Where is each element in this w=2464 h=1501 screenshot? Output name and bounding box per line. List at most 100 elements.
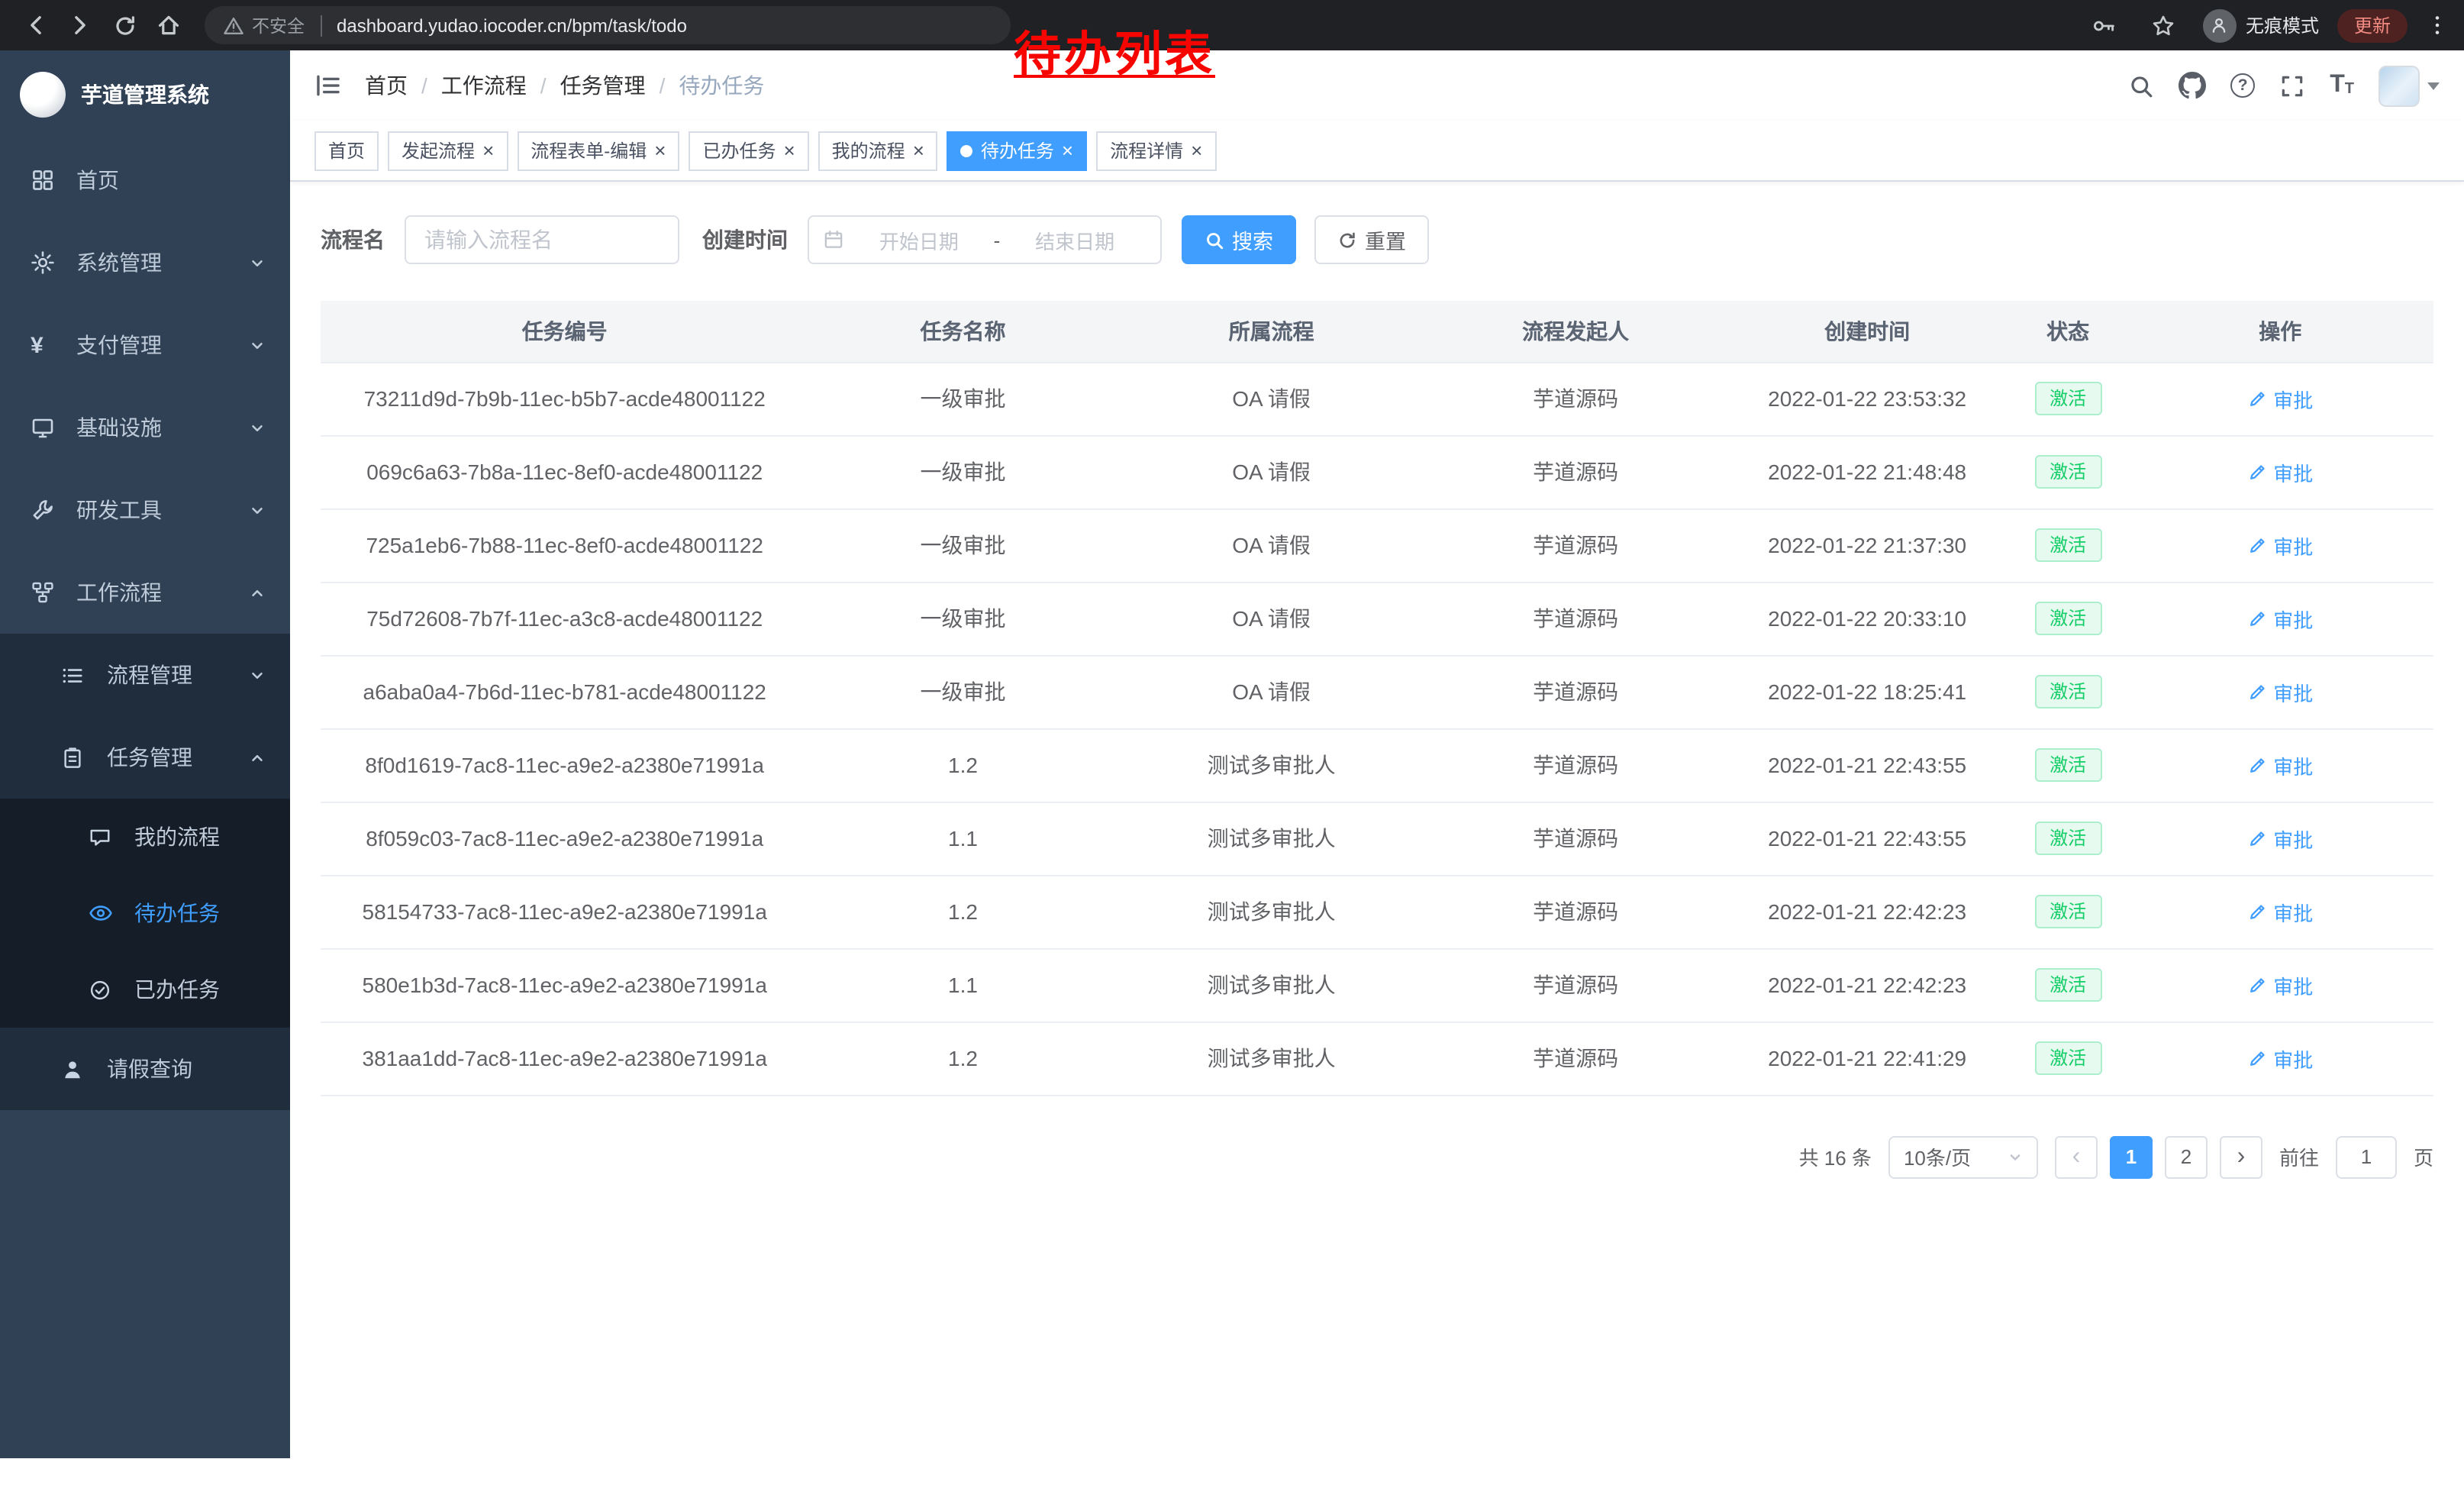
table-header: 任务编号 任务名称 所属流程 流程发起人 创建时间 状态 操作 [321, 301, 2433, 362]
calendar-icon [823, 229, 844, 250]
security-label: 不安全 [252, 13, 305, 37]
browser-home-button[interactable] [148, 5, 189, 46]
app-logo[interactable]: 芋道管理系统 [0, 50, 290, 139]
browser-menu-button[interactable] [2426, 14, 2449, 37]
breadcrumb-item[interactable]: 任务管理 [560, 70, 646, 101]
browser-forward-button[interactable] [60, 5, 101, 46]
sidebar-item-label: 系统管理 [76, 247, 162, 278]
address-bar[interactable]: 不安全 dashboard.yudao.iocoder.cn/bpm/task/… [205, 6, 1011, 44]
approve-link[interactable]: 审批 [2247, 1044, 2313, 1073]
tab-label: 已办任务 [702, 137, 776, 163]
cell-process: OA 请假 [1118, 362, 1426, 435]
process-name-input[interactable] [405, 215, 679, 264]
page-button-2[interactable]: 2 [2165, 1135, 2208, 1178]
approve-link[interactable]: 审批 [2247, 824, 2313, 853]
header-search-button[interactable] [2128, 73, 2154, 98]
docs-help-button[interactable]: ? [2230, 73, 2255, 98]
todo-task-table: 任务编号 任务名称 所属流程 流程发起人 创建时间 状态 操作 [321, 301, 2433, 1096]
next-page-button[interactable]: › [2220, 1135, 2262, 1178]
sidebar-item-infrastructure[interactable]: 基础设施 [0, 386, 290, 469]
cell-task-id: 8f0d1619-7ac8-11ec-a9e2-a2380e71991a [321, 728, 808, 802]
edit-pen-icon [2247, 535, 2267, 555]
saved-passwords-button[interactable] [2084, 5, 2125, 46]
approve-link-label: 审批 [2273, 457, 2313, 486]
sidebar-item-process-management[interactable]: 流程管理 [0, 634, 290, 716]
close-icon[interactable]: × [1062, 140, 1073, 160]
chevron-up-icon [249, 584, 266, 601]
close-icon[interactable]: × [1191, 140, 1202, 160]
close-icon[interactable]: × [783, 140, 795, 160]
search-button[interactable]: 搜索 [1182, 215, 1296, 264]
user-avatar-menu[interactable] [2379, 65, 2440, 106]
status-badge: 激活 [2034, 455, 2101, 489]
tab-todo-task[interactable]: 待办任务 × [947, 131, 1087, 170]
end-date-placeholder[interactable]: 结束日期 [1003, 225, 1147, 254]
approve-link[interactable]: 审批 [2247, 384, 2313, 413]
github-link-button[interactable] [2179, 72, 2206, 99]
chevron-down-icon [249, 337, 266, 353]
breadcrumb-item[interactable]: 首页 [365, 70, 408, 101]
chevron-up-icon [249, 749, 266, 766]
goto-page-input[interactable] [2336, 1135, 2397, 1178]
approve-link[interactable]: 审批 [2247, 750, 2313, 780]
close-icon[interactable]: × [654, 140, 666, 160]
reset-button[interactable]: 重置 [1314, 215, 1429, 264]
edit-pen-icon [2247, 682, 2267, 702]
breadcrumb-item[interactable]: 工作流程 [441, 70, 527, 101]
edit-pen-icon [2247, 462, 2267, 482]
approve-link[interactable]: 审批 [2247, 457, 2313, 486]
cell-starter: 芋道源码 [1426, 875, 1726, 948]
security-indicator[interactable]: 不安全 [223, 13, 305, 37]
approve-link[interactable]: 审批 [2247, 970, 2313, 999]
start-date-placeholder[interactable]: 开始日期 [847, 225, 991, 254]
sidebar-collapse-button[interactable] [314, 72, 342, 99]
browser-reload-button[interactable] [104, 5, 145, 46]
process-name-label: 流程名 [321, 224, 385, 255]
tab-process-form-edit[interactable]: 流程表单-编辑 × [517, 131, 679, 170]
edit-pen-icon [2247, 902, 2267, 922]
approve-link[interactable]: 审批 [2247, 677, 2313, 706]
tab-process-detail[interactable]: 流程详情 × [1096, 131, 1216, 170]
cell-process: 测试多审批人 [1118, 1022, 1426, 1095]
create-time-range-picker[interactable]: 开始日期 - 结束日期 [808, 215, 1162, 264]
tab-home[interactable]: 首页 [314, 131, 379, 170]
page-size-select[interactable]: 10条/页 [1888, 1135, 2038, 1178]
font-size-button[interactable]: TT [2330, 73, 2354, 98]
sidebar-item-payment[interactable]: ¥ 支付管理 [0, 304, 290, 386]
gear-icon [31, 250, 56, 275]
sidebar-item-system[interactable]: 系统管理 [0, 221, 290, 304]
sidebar-item-todo-task[interactable]: 待办任务 [0, 875, 290, 951]
cell-task-name: 1.2 [808, 875, 1117, 948]
page-unit-label: 页 [2414, 1142, 2433, 1171]
approve-link[interactable]: 审批 [2247, 897, 2313, 926]
sidebar-item-workflow[interactable]: 工作流程 [0, 551, 290, 634]
sidebar-item-done-task[interactable]: 已办任务 [0, 951, 290, 1028]
tab-done-task[interactable]: 已办任务 × [689, 131, 808, 170]
cell-starter: 芋道源码 [1426, 948, 1726, 1022]
browser-update-button[interactable]: 更新 [2337, 8, 2408, 42]
bookmark-button[interactable] [2143, 5, 2185, 46]
sidebar-item-leave-query[interactable]: 请假查询 [0, 1028, 290, 1110]
fullscreen-button[interactable] [2279, 73, 2305, 98]
browser-back-button[interactable] [15, 5, 56, 46]
sidebar-item-my-process[interactable]: 我的流程 [0, 799, 290, 875]
close-icon[interactable]: × [913, 140, 924, 160]
prev-page-button[interactable]: ‹ [2055, 1135, 2098, 1178]
approve-link[interactable]: 审批 [2247, 604, 2313, 633]
approve-link-label: 审批 [2273, 604, 2313, 633]
tab-my-process[interactable]: 我的流程 × [818, 131, 938, 170]
edit-pen-icon [2247, 608, 2267, 628]
cell-status: 激活 [2009, 435, 2127, 508]
page-button-1[interactable]: 1 [2110, 1135, 2153, 1178]
approve-link[interactable]: 审批 [2247, 531, 2313, 560]
close-icon[interactable]: × [482, 140, 494, 160]
table-row: 8f059c03-7ac8-11ec-a9e2-a2380e71991a 1.1… [321, 802, 2433, 875]
tab-start-process[interactable]: 发起流程 × [388, 131, 508, 170]
sidebar-item-home[interactable]: 首页 [0, 139, 290, 221]
main-area: 首页 / 工作流程 / 任务管理 / 待办任务 ? [290, 50, 2464, 1501]
incognito-profile-chip[interactable]: 无痕模式 [2203, 8, 2319, 42]
sidebar-item-devtools[interactable]: 研发工具 [0, 469, 290, 551]
sidebar-item-task-management[interactable]: 任务管理 [0, 716, 290, 799]
incognito-avatar [2203, 8, 2237, 42]
cell-starter: 芋道源码 [1426, 1022, 1726, 1095]
